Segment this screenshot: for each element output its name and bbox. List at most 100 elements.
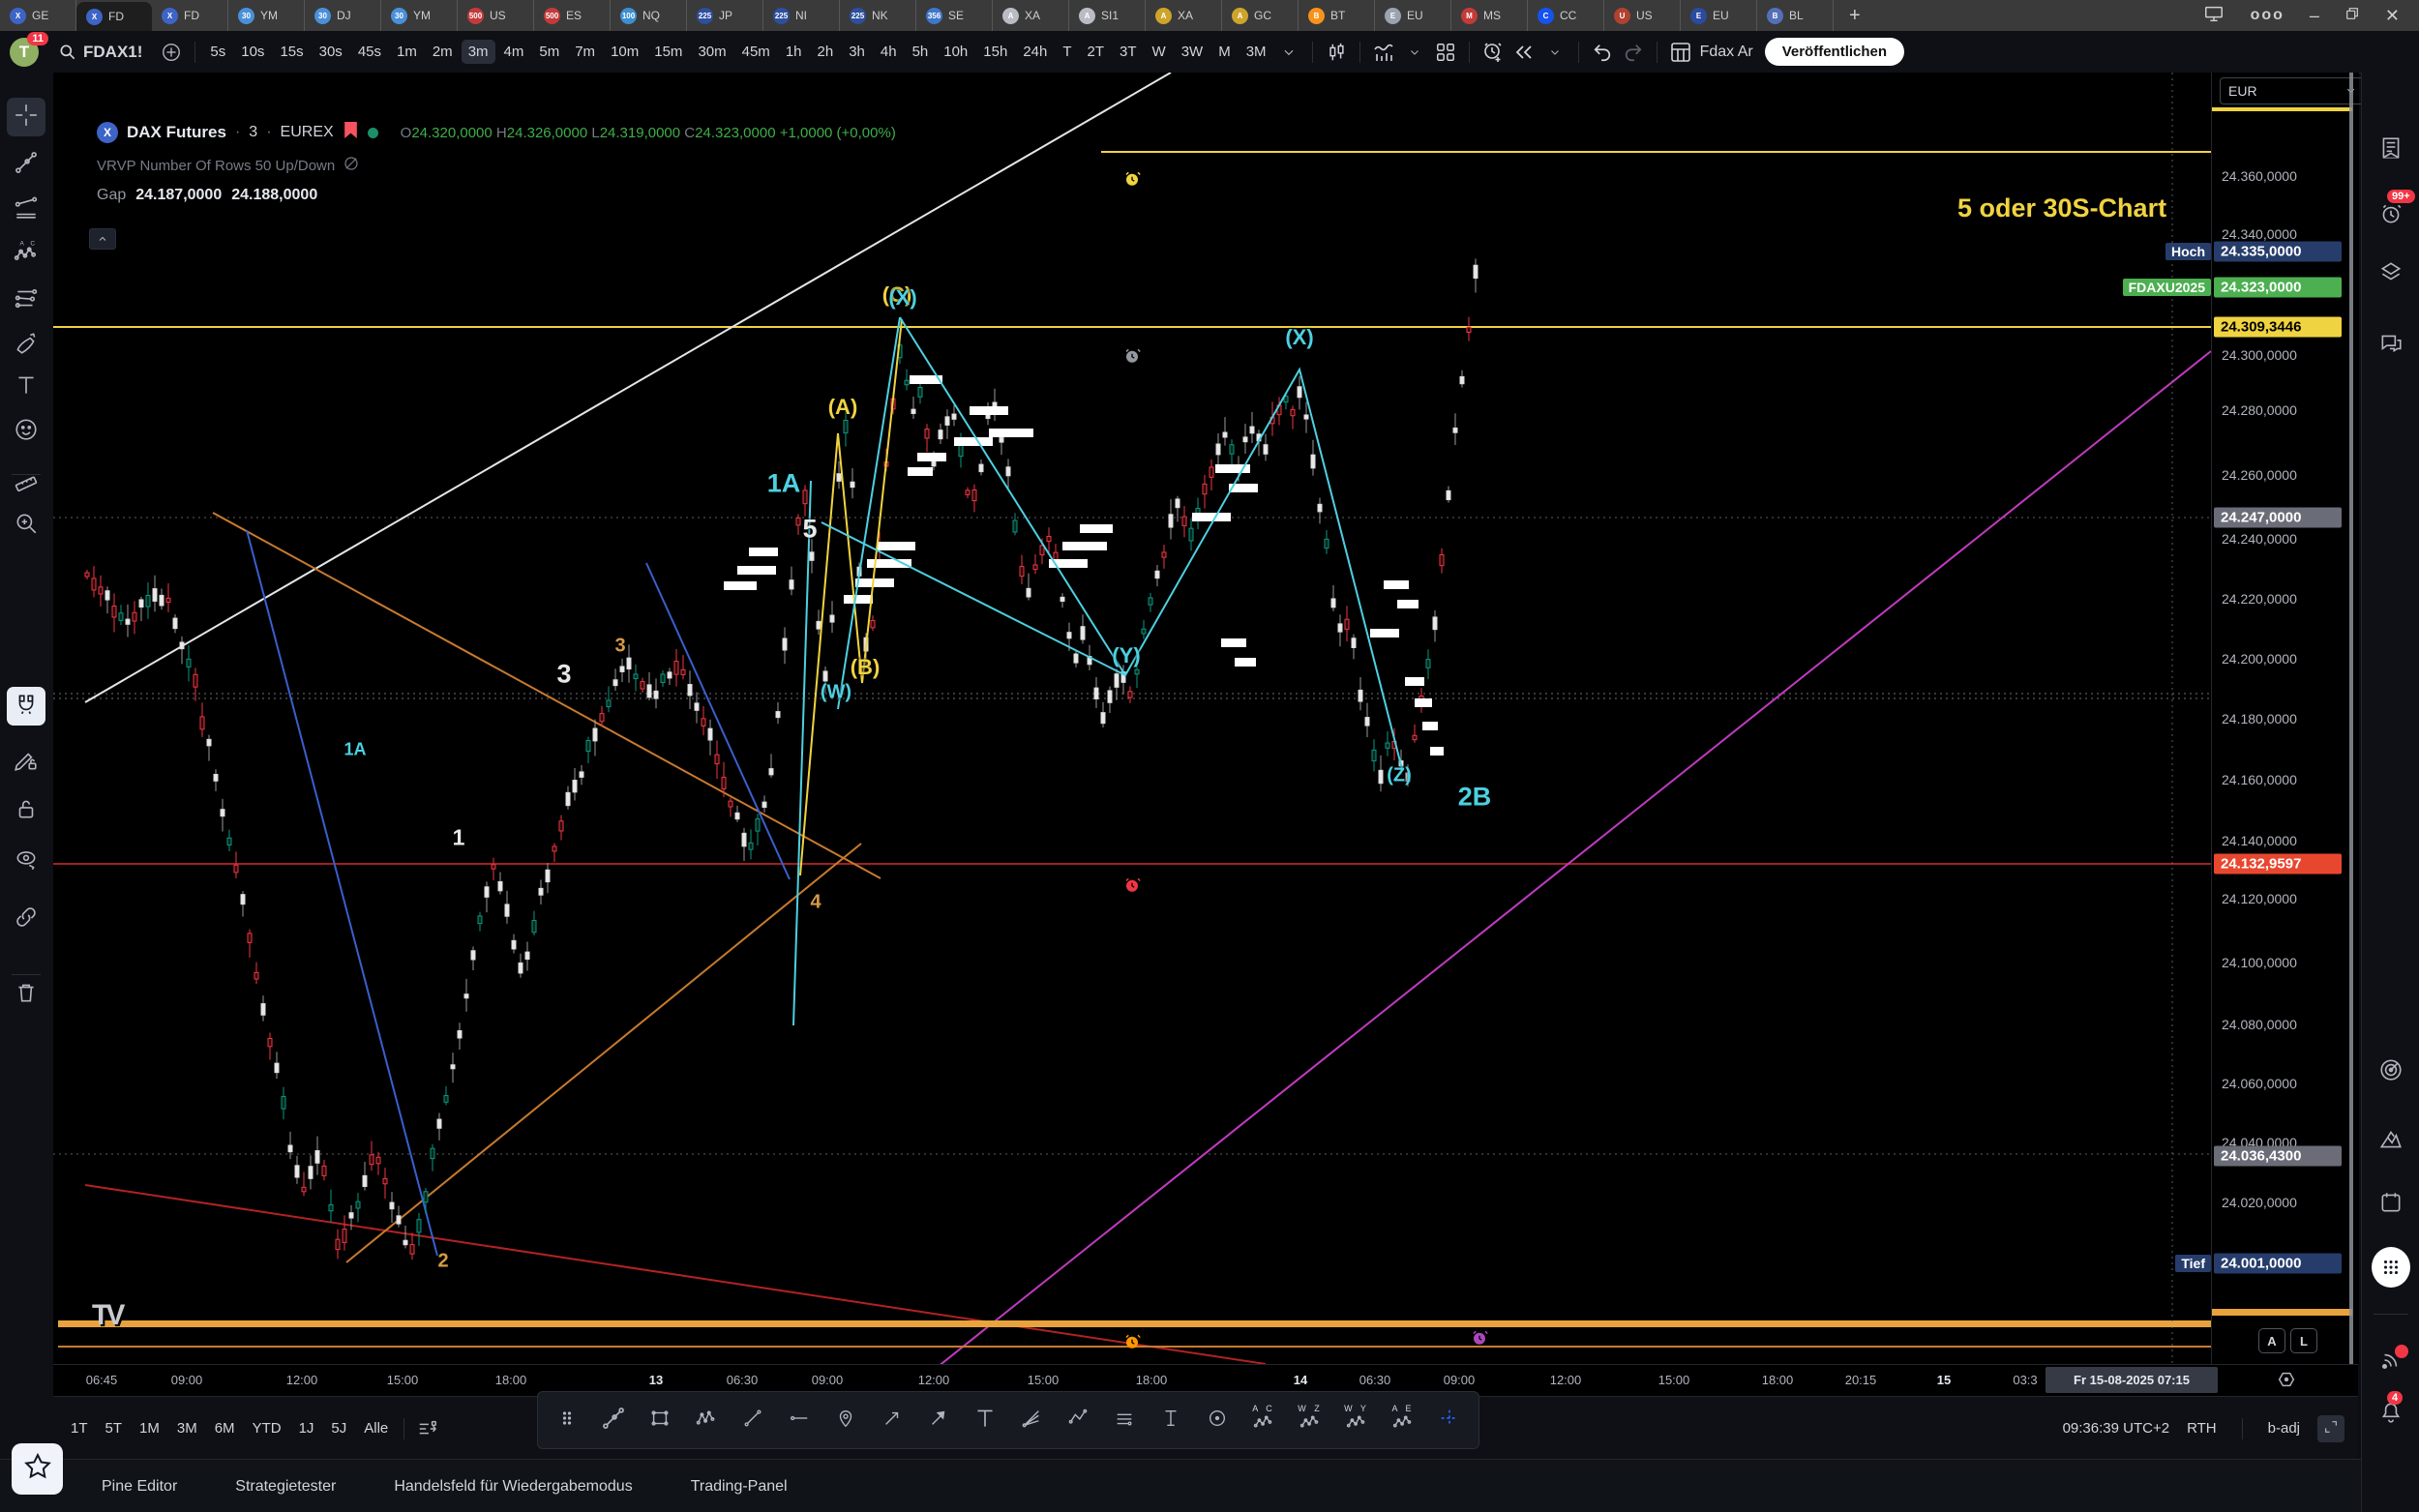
apps-grid-button[interactable] (2372, 1248, 2410, 1287)
timeframe-3T[interactable]: 3T (1113, 40, 1144, 64)
range-5t[interactable]: 5T (98, 1416, 131, 1440)
browser-tab-fd-1[interactable]: XFD (76, 2, 152, 31)
compare-add-icon[interactable] (156, 37, 187, 68)
wave-favorite[interactable]: A C (1242, 1399, 1285, 1441)
browser-tab-bt-17[interactable]: BBT (1299, 0, 1375, 31)
calendar-button[interactable] (2372, 1185, 2410, 1224)
timeframe-45s[interactable]: 45s (351, 40, 388, 64)
collapse-indicators-button[interactable] (89, 228, 116, 250)
undo-icon[interactable] (1587, 37, 1618, 68)
wave-label-x[interactable]: (X) (1285, 325, 1313, 350)
new-tab-button[interactable]: + (1834, 0, 1876, 31)
timeframe-2m[interactable]: 2m (426, 40, 460, 64)
dashed-cross-favorite[interactable] (1428, 1399, 1471, 1441)
cast-icon[interactable] (2202, 3, 2225, 29)
alert-marker-icon[interactable] (1471, 1329, 1488, 1347)
trendline-tool[interactable] (7, 145, 45, 184)
elliott-wave-tool[interactable]: AC (7, 234, 45, 273)
arrow-favorite[interactable] (871, 1399, 913, 1441)
range-1m[interactable]: 1M (132, 1416, 167, 1440)
vertical-text-favorite[interactable] (1150, 1399, 1192, 1441)
browser-tab-us-6[interactable]: 500US (458, 0, 534, 31)
alert-marker-icon[interactable] (1123, 876, 1141, 894)
timeframe-2h[interactable]: 2h (811, 40, 841, 64)
timeframe-15m[interactable]: 15m (647, 40, 689, 64)
browser-tab-xa-15[interactable]: AXA (1146, 0, 1222, 31)
indicators-chevron-icon[interactable] (1399, 37, 1430, 68)
magnet-tool[interactable] (7, 687, 45, 726)
wave-favorite[interactable]: W Z (1289, 1399, 1331, 1441)
minimize-icon[interactable]: – (2310, 6, 2319, 26)
range-1t[interactable]: 1T (63, 1416, 96, 1440)
timeframe-5m[interactable]: 5m (532, 40, 566, 64)
market-status-dot[interactable] (368, 128, 378, 138)
range-3m[interactable]: 3M (169, 1416, 205, 1440)
templates-icon[interactable] (1430, 37, 1461, 68)
price-chart-canvas[interactable] (53, 73, 2211, 1364)
indicator-hide-icon[interactable] (343, 155, 360, 176)
arrow-marker-favorite[interactable] (917, 1399, 960, 1441)
timeframe-W[interactable]: W (1146, 40, 1173, 64)
parallel-lines-favorite[interactable] (1103, 1399, 1146, 1441)
goto-date-icon[interactable] (412, 1413, 443, 1444)
clock-utc[interactable]: 09:36:39 UTC+2 (2063, 1420, 2170, 1437)
axis-button-a[interactable]: A (2258, 1328, 2285, 1353)
wave-label-3[interactable]: 3 (614, 636, 625, 658)
publish-button[interactable]: Veröffentlichen (1765, 38, 1904, 66)
search-icon[interactable] (52, 37, 83, 68)
timeframe-4m[interactable]: 4m (497, 40, 531, 64)
ideas-button[interactable] (2372, 1122, 2410, 1161)
close-icon[interactable]: ✕ (2385, 6, 2400, 26)
wave-favorite[interactable]: A E (1382, 1399, 1424, 1441)
timeframe-3h[interactable]: 3h (842, 40, 872, 64)
watchlist-button[interactable] (2372, 131, 2410, 169)
alert-marker-icon[interactable] (1123, 347, 1141, 365)
timeframe-2T[interactable]: 2T (1081, 40, 1112, 64)
timeframe-15h[interactable]: 15h (976, 40, 1014, 64)
favorites-star-button[interactable] (12, 1443, 63, 1495)
chart-interval[interactable]: 3 (249, 124, 257, 141)
trendline-favorite[interactable] (592, 1399, 635, 1441)
timeframe-3W[interactable]: 3W (1175, 40, 1210, 64)
tradingview-logo[interactable]: TV (92, 1299, 125, 1332)
footer-tab-4[interactable]: Trading-Panel (691, 1478, 788, 1496)
browser-tab-ms-19[interactable]: MMS (1451, 0, 1528, 31)
timeframe-10h[interactable]: 10h (937, 40, 974, 64)
wave-label-4[interactable]: 4 (810, 892, 821, 914)
redo-icon[interactable] (1618, 37, 1649, 68)
axis-button-l[interactable]: L (2290, 1328, 2317, 1353)
timeframe-5h[interactable]: 5h (906, 40, 936, 64)
hide-drawings-tool[interactable] (7, 843, 45, 881)
wave-label-z[interactable]: (Z) (1387, 765, 1412, 787)
browser-tab-ge-0[interactable]: XGE (0, 0, 76, 31)
fib-retracement-tool[interactable] (7, 191, 45, 229)
segment-favorite[interactable] (732, 1399, 774, 1441)
timeframe-T[interactable]: T (1056, 40, 1078, 64)
wave-label-b[interactable]: (B) (851, 655, 881, 680)
wave-favorite[interactable]: W Y (1335, 1399, 1378, 1441)
crosshair-tool[interactable] (7, 98, 45, 136)
trash-tool[interactable] (7, 975, 45, 1014)
chart-pane[interactable]: X DAX Futures · 3 · EUREX O24.320,0000 H… (53, 73, 2211, 1364)
horizontal-ray-favorite[interactable] (778, 1399, 821, 1441)
replay-icon[interactable] (1508, 37, 1539, 68)
timeframe-15s[interactable]: 15s (273, 40, 310, 64)
timeframe-7m[interactable]: 7m (568, 40, 602, 64)
map-pin-favorite[interactable] (824, 1399, 867, 1441)
alert-marker-icon[interactable] (1123, 1333, 1141, 1350)
object-tree-button[interactable] (2372, 254, 2410, 293)
alert-create-icon[interactable] (1478, 37, 1508, 68)
browser-tab-jp-9[interactable]: 225JP (687, 0, 763, 31)
flag-icon[interactable] (343, 121, 359, 144)
browser-tab-dj-4[interactable]: 30DJ (305, 0, 381, 31)
range-1j[interactable]: 1J (291, 1416, 322, 1440)
wave-label-2[interactable]: 2 (437, 1251, 448, 1273)
browser-tab-ni-10[interactable]: 225NI (763, 0, 840, 31)
layout-grid-icon[interactable] (1665, 37, 1696, 68)
range-6m[interactable]: 6M (207, 1416, 243, 1440)
browser-tab-gc-16[interactable]: AGC (1222, 0, 1299, 31)
brush-tool[interactable] (7, 326, 45, 365)
text-tool-tool[interactable] (7, 368, 45, 406)
alert-marker-icon[interactable] (1123, 170, 1141, 188)
drag-handle-favorite[interactable] (546, 1399, 588, 1441)
